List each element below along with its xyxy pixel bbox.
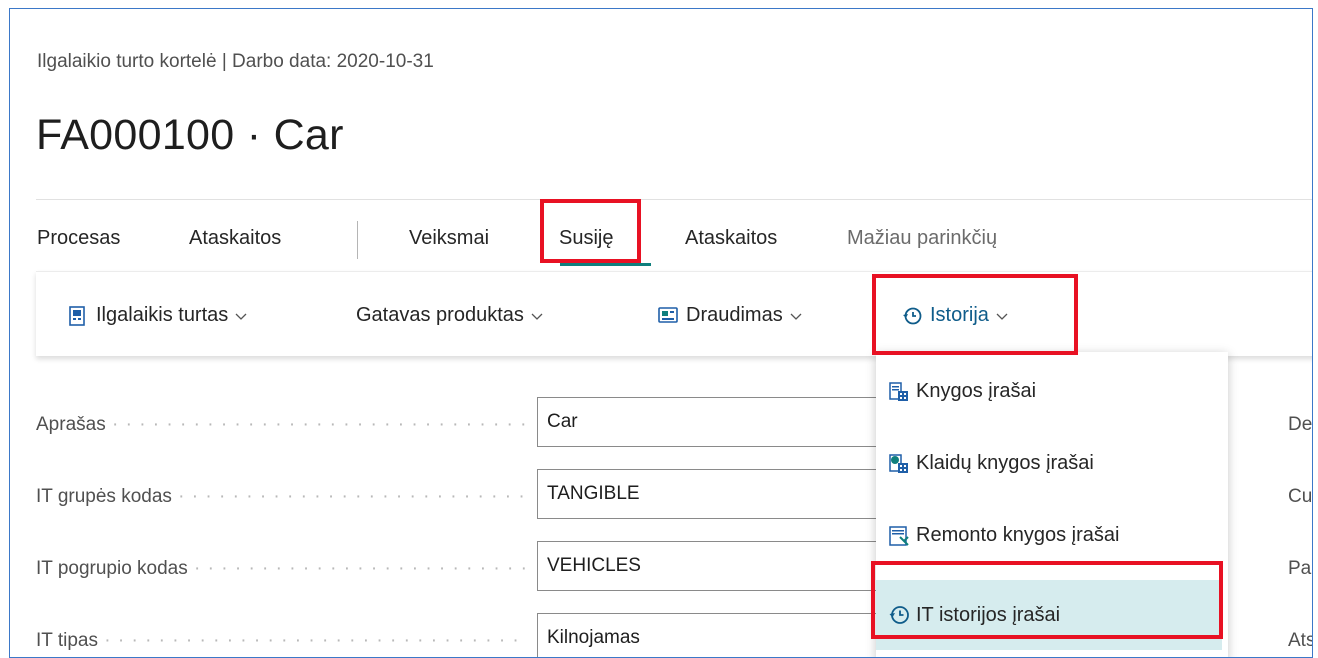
field-it-tipas-input[interactable]: Kilnojamas <box>537 613 897 657</box>
menu-item-knygos-irasai[interactable]: Knygos įrašai <box>888 380 1036 403</box>
maintenance-ledger-icon <box>889 525 909 546</box>
tab-ataskaitos-2[interactable]: Ataskaitos <box>685 227 777 250</box>
action-ilgalaikis-turtas[interactable]: Ilgalaikis turtas <box>68 304 247 327</box>
field-it-grupes-kodas-input[interactable]: TANGIBLE <box>537 469 897 519</box>
right-field-label: Pa <box>1288 558 1312 579</box>
field-label-it-grupes-kodas: IT grupės kodas <box>36 486 526 508</box>
menu-item-label: Knygos įrašai <box>916 380 1037 402</box>
action-label: Ilgalaikis turtas <box>96 304 229 326</box>
breadcrumb: Ilgalaikio turto kortelė | Darbo data: 2… <box>37 51 434 72</box>
header-divider <box>36 199 1312 200</box>
tab-veiksmai[interactable]: Veiksmai <box>409 227 489 250</box>
menu-item-remonto-knygos-irasai[interactable]: Remonto knygos įrašai <box>888 524 1119 547</box>
tab-maziau-parinkciu[interactable]: Mažiau parinkčių <box>847 227 997 250</box>
menu-item-label: Klaidų knygos įrašai <box>916 452 1094 474</box>
tab-separator <box>357 221 358 259</box>
field-aprasas-input[interactable]: Car <box>537 397 897 447</box>
field-label-aprasas: Aprašas <box>36 414 526 436</box>
tab-active-underline <box>560 263 651 266</box>
field-it-pogrupio-kodas-input[interactable]: VEHICLES <box>537 541 897 591</box>
page-title: FA000100 · Car <box>36 111 344 159</box>
action-gatavas-produktas[interactable]: Gatavas produktas <box>356 304 543 327</box>
menu-item-klaidu-knygos-irasai[interactable]: Klaidų knygos įrašai <box>888 452 1094 475</box>
field-label-it-tipas: IT tipas <box>36 630 526 652</box>
highlight-box-it-istorijos-irasai <box>871 561 1223 639</box>
fixed-asset-icon <box>69 305 85 326</box>
tab-ataskaitos[interactable]: Ataskaitos <box>189 227 281 250</box>
menu-item-label: Remonto knygos įrašai <box>916 524 1120 546</box>
action-label: Gatavas produktas <box>356 304 524 326</box>
chevron-down-icon <box>235 313 247 320</box>
action-draudimas[interactable]: Draudimas <box>658 304 802 327</box>
highlight-box-susije <box>540 199 641 263</box>
right-field-label: Cu <box>1288 486 1313 507</box>
action-bar: Ilgalaikis turtas Gatavas produktas Drau… <box>36 271 1312 356</box>
right-field-label: De <box>1288 414 1313 435</box>
tab-procesas[interactable]: Procesas <box>37 227 120 250</box>
page-frame: Ilgalaikio turto kortelė | Darbo data: 2… <box>9 8 1313 658</box>
highlight-box-istorija <box>872 274 1078 355</box>
chevron-down-icon <box>790 313 802 320</box>
ledger-entries-icon <box>889 381 908 401</box>
error-ledger-icon <box>889 453 908 473</box>
action-label: Draudimas <box>686 304 783 326</box>
right-field-label: Ats <box>1288 630 1313 651</box>
insurance-icon <box>658 306 678 323</box>
chevron-down-icon <box>531 313 543 320</box>
field-label-it-pogrupio-kodas: IT pogrupio kodas <box>36 558 526 580</box>
